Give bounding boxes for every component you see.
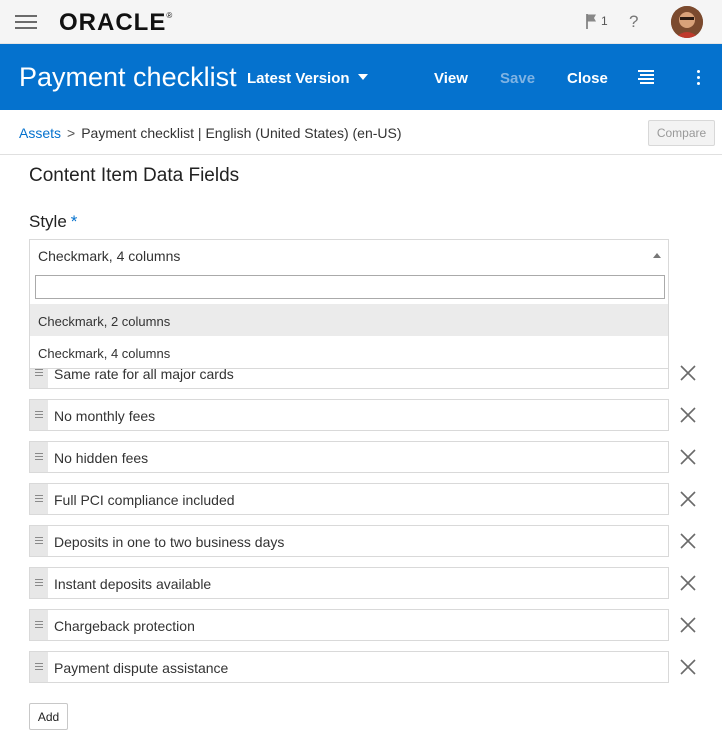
list-item: Payment dispute assistance <box>29 651 669 683</box>
breadcrumb: Assets > Payment checklist | English (Unit… <box>19 125 402 141</box>
style-search-input[interactable] <box>35 275 665 299</box>
style-select[interactable]: Checkmark, 4 columns <box>29 239 669 270</box>
page-title: Payment checklist <box>19 62 237 92</box>
close-button[interactable]: Close <box>567 70 608 87</box>
style-option[interactable]: Checkmark, 4 columns <box>30 336 668 368</box>
drag-handle-icon[interactable] <box>30 400 48 430</box>
version-dropdown[interactable]: Latest Version <box>247 70 368 87</box>
drag-handle-icon[interactable] <box>30 568 48 598</box>
top-bar: ORACLE® 1 ? <box>0 0 722 44</box>
avatar[interactable] <box>671 6 703 38</box>
item-text[interactable]: No hidden fees <box>54 450 148 466</box>
view-button[interactable]: View <box>434 70 468 87</box>
list-item: Chargeback protection <box>29 609 669 641</box>
page-header: Payment checklist Latest Version View Sa… <box>0 44 722 110</box>
breadcrumb-row: Assets > Payment checklist | English (Unit… <box>0 110 722 155</box>
drag-handle-icon[interactable] <box>30 610 48 640</box>
list-item: No monthly fees <box>29 399 669 431</box>
required-marker: * <box>70 212 78 231</box>
caret-up-icon <box>653 253 661 258</box>
breadcrumb-assets-link[interactable]: Assets <box>19 125 61 141</box>
item-text[interactable]: Payment dispute assistance <box>54 660 228 676</box>
remove-icon[interactable] <box>680 407 696 423</box>
notification-count: 1 <box>601 14 608 28</box>
drag-handle-icon[interactable] <box>30 442 48 472</box>
breadcrumb-separator: > <box>67 125 76 141</box>
remove-icon[interactable] <box>680 659 696 675</box>
item-text[interactable]: Instant deposits available <box>54 576 211 592</box>
add-button[interactable]: Add <box>29 703 68 730</box>
drag-handle-icon[interactable] <box>30 526 48 556</box>
list-item: Deposits in one to two business days <box>29 525 669 557</box>
item-text[interactable]: Deposits in one to two business days <box>54 534 284 550</box>
item-text[interactable]: No monthly fees <box>54 408 155 424</box>
remove-icon[interactable] <box>680 617 696 633</box>
style-label: Style * <box>29 212 78 231</box>
remove-icon[interactable] <box>680 449 696 465</box>
item-text[interactable]: Full PCI compliance included <box>54 492 235 508</box>
list-item: No hidden fees <box>29 441 669 473</box>
list-icon[interactable] <box>638 70 654 86</box>
style-option[interactable]: Checkmark, 2 columns <box>30 304 668 336</box>
version-label: Latest Version <box>247 70 350 87</box>
remove-icon[interactable] <box>680 365 696 381</box>
compare-button[interactable]: Compare <box>648 120 715 146</box>
hamburger-menu-icon[interactable] <box>15 15 37 29</box>
list-item: Full PCI compliance included <box>29 483 669 515</box>
remove-icon[interactable] <box>680 491 696 507</box>
style-select-value: Checkmark, 4 columns <box>38 248 181 264</box>
drag-handle-icon[interactable] <box>30 652 48 682</box>
remove-icon[interactable] <box>680 575 696 591</box>
section-title: Content Item Data Fields <box>29 165 240 186</box>
list-item: Instant deposits available <box>29 567 669 599</box>
more-options-icon[interactable] <box>697 70 703 86</box>
caret-down-icon <box>357 74 368 81</box>
drag-handle-icon[interactable] <box>30 484 48 514</box>
help-icon[interactable]: ? <box>629 12 638 32</box>
style-dropdown: Checkmark, 2 columns Checkmark, 4 column… <box>29 269 669 369</box>
breadcrumb-current: Payment checklist | English (United Stat… <box>81 125 402 141</box>
oracle-logo: ORACLE® <box>59 9 174 36</box>
save-button[interactable]: Save <box>500 70 535 87</box>
item-text[interactable]: Chargeback protection <box>54 618 195 634</box>
remove-icon[interactable] <box>680 533 696 549</box>
